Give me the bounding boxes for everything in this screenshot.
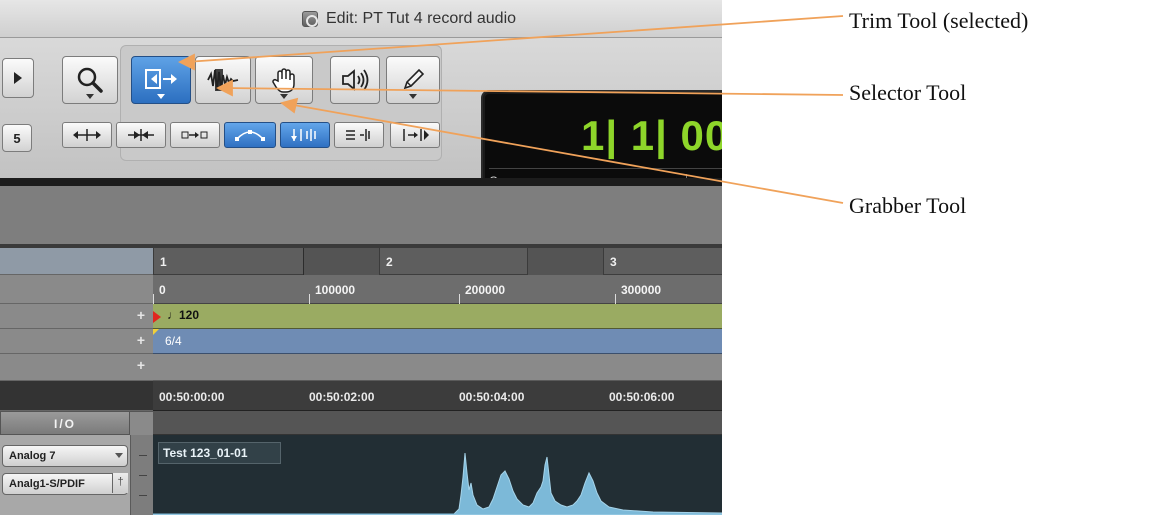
annotation-grabber-tool: Grabber Tool xyxy=(849,193,967,218)
annotation-selector-tool: Selector Tool xyxy=(849,80,967,105)
arrowhead-icon xyxy=(279,97,299,114)
arrow-grabber-tool xyxy=(287,103,844,204)
arrowhead-icon xyxy=(215,79,233,97)
annotation-trim-tool: Trim Tool (selected) xyxy=(849,8,1029,33)
arrow-selector-tool xyxy=(223,87,844,96)
annotation-arrows xyxy=(177,15,844,204)
arrow-trim-tool xyxy=(185,15,844,63)
arrowhead-icon xyxy=(177,53,195,71)
